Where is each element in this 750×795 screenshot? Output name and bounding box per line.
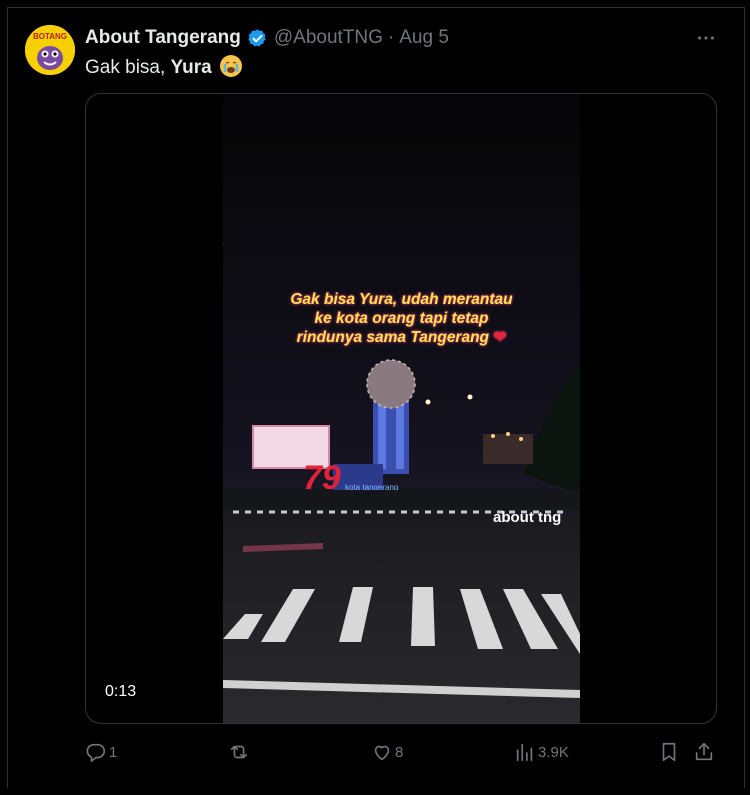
author-handle[interactable]: @AboutTNG — [274, 27, 383, 49]
caption-line-3: rindunya sama Tangerang — [296, 329, 490, 346]
video-player[interactable]: 79 kota tangerang about tng Gak bisa Yur… — [85, 93, 717, 724]
avatar-brand-text: BOTANG — [33, 32, 67, 41]
separator-dot: · — [387, 27, 395, 48]
tweet-text: Gak bisa, Yura — [85, 55, 243, 80]
verified-badge-icon — [247, 28, 268, 49]
caption-line-2: ke kota orang tapi tetap — [314, 310, 489, 327]
bookmark-button[interactable] — [658, 738, 680, 766]
tweet-text-bold[interactable]: Yura — [171, 57, 212, 78]
more-options-icon[interactable] — [692, 27, 720, 51]
tweet-header: About Tangerang @AboutTNG · Aug 5 — [85, 27, 449, 49]
views-count: 3.9K — [538, 743, 569, 761]
like-button[interactable]: 8 — [371, 738, 403, 766]
views-button[interactable]: 3.9K — [514, 738, 569, 766]
reply-icon — [86, 743, 106, 762]
like-count: 8 — [395, 743, 404, 761]
video-duration: 0:13 — [97, 680, 145, 704]
action-bar: 1 8 3.9K — [85, 738, 720, 766]
share-icon — [695, 742, 713, 761]
heart-outline-icon — [374, 745, 390, 761]
video-frame[interactable]: 79 kota tangerang about tng Gak bisa Yur… — [223, 94, 580, 723]
avatar[interactable]: BOTANG — [25, 25, 75, 75]
crying-face-emoji-icon — [220, 55, 243, 77]
reply-count: 1 — [109, 743, 118, 761]
repost-button[interactable] — [228, 738, 252, 766]
repost-icon — [230, 745, 248, 759]
bookmark-icon — [662, 742, 676, 762]
tweet-date[interactable]: Aug 5 — [399, 27, 449, 49]
views-chart-icon — [516, 743, 533, 762]
reply-button[interactable]: 1 — [85, 738, 117, 766]
author-name[interactable]: About Tangerang — [85, 27, 241, 49]
caption-line-1: Gak bisa Yura, udah merantau — [290, 291, 513, 308]
heart-icon: ❤ — [493, 329, 507, 346]
tweet-text-prefix: Gak bisa, — [85, 57, 171, 78]
video-caption: Gak bisa Yura, udah merantau ke kota ora… — [223, 290, 580, 347]
share-button[interactable] — [693, 738, 715, 766]
watermark-text: about tng — [493, 509, 561, 526]
